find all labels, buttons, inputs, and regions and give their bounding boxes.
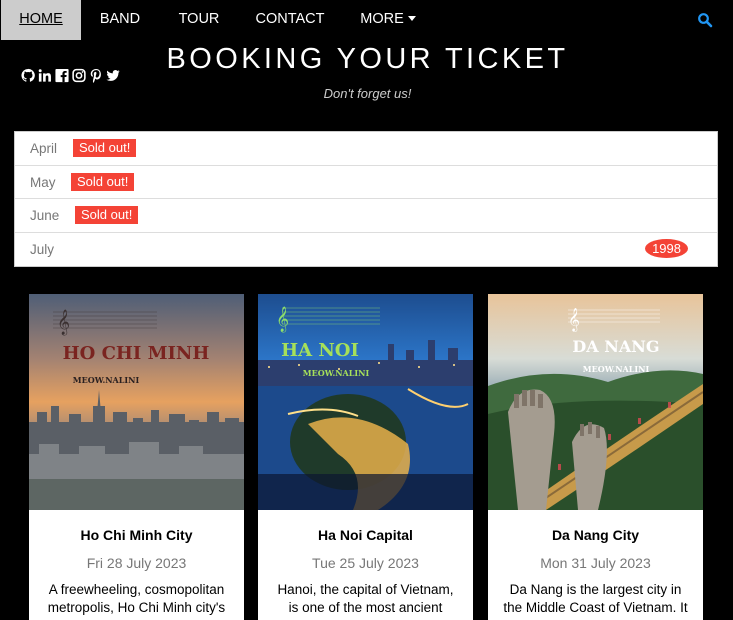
- nav-more-label: MORE: [360, 11, 404, 27]
- ticket-month: June: [30, 208, 60, 223]
- card-date: Tue 25 July 2023: [312, 555, 419, 571]
- nav-tour[interactable]: TOUR: [160, 0, 238, 40]
- ticket-count-badge: 1998: [645, 238, 688, 258]
- ticket-row-may: May Sold out!: [15, 166, 717, 199]
- poster-subtitle: MEOW.NALINI: [73, 375, 140, 385]
- card-image: 𝄞 HO CHI MINH MEOW.NALINI: [29, 294, 244, 510]
- card-description: Da Nang is the largest city in the Middl…: [503, 582, 688, 620]
- ticket-row-july: July 1998: [15, 233, 717, 267]
- poster-title: DA NANG: [572, 337, 659, 356]
- svg-text:𝄞: 𝄞: [57, 309, 70, 335]
- page-title: BOOKING YOUR TICKET: [166, 43, 569, 75]
- nav-home[interactable]: HOME: [1, 0, 81, 40]
- card-date: Fri 28 July 2023: [86, 555, 187, 571]
- search-icon[interactable]: [697, 12, 713, 28]
- poster-title: HA NOI: [281, 340, 359, 361]
- poster-subtitle: MEOW.NALINI: [583, 364, 650, 374]
- poster-title: HO CHI MINH: [63, 343, 210, 364]
- card-description: Hanoi, the capital of Vietnam, is one of…: [277, 582, 454, 620]
- card-description: A freewheeling, cosmopolitan metropolis,…: [47, 582, 226, 615]
- svg-text:𝄞: 𝄞: [276, 306, 289, 332]
- ticket-row-june: June Sold out!: [15, 199, 717, 233]
- ticket-list: April Sold out! May Sold out! June Sold …: [14, 131, 718, 267]
- tour-card-ho-chi-minh[interactable]: 𝄞 HO CHI MINH MEOW.NALINI Ho Chi Minh Ci…: [29, 294, 244, 620]
- card-title: Da Nang City: [551, 527, 640, 543]
- ticket-month: April: [30, 141, 58, 156]
- tour-card-ha-noi[interactable]: 𝄞 HA NOI MEOW.NALINI Ha Noi Capital Tue …: [258, 294, 473, 620]
- card-image: 𝄞 HA NOI MEOW.NALINI: [258, 294, 473, 510]
- page-subtitle: Don't forget us!: [323, 86, 412, 101]
- ticket-row-april: April Sold out!: [15, 132, 717, 166]
- card-date: Mon 31 July 2023: [540, 555, 651, 571]
- svg-text:𝄞: 𝄞: [568, 307, 580, 332]
- caret-down-icon: [407, 15, 416, 21]
- card-title: Ha Noi Capital: [318, 527, 413, 543]
- tour-card-da-nang[interactable]: 𝄞 DA NANG MEOW.NALINI Da Nang City Mon 3…: [488, 294, 703, 620]
- card-image: 𝄞 DA NANG MEOW.NALINI: [488, 294, 703, 510]
- ticket-month: July: [30, 241, 55, 257]
- sold-out-badge: Sold out!: [73, 139, 137, 157]
- sold-out-badge: Sold out!: [75, 206, 139, 224]
- ticket-month: May: [30, 174, 56, 190]
- card-title: Ho Chi Minh City: [80, 527, 193, 543]
- top-nav: HOME BAND TOUR CONTACT MORE: [0, 0, 733, 40]
- poster-subtitle: MEOW.NALINI: [303, 368, 370, 378]
- nav-more[interactable]: MORE: [343, 0, 433, 40]
- sold-out-badge: Sold out!: [71, 172, 135, 191]
- nav-contact[interactable]: CONTACT: [240, 0, 340, 40]
- nav-band[interactable]: BAND: [82, 0, 158, 40]
